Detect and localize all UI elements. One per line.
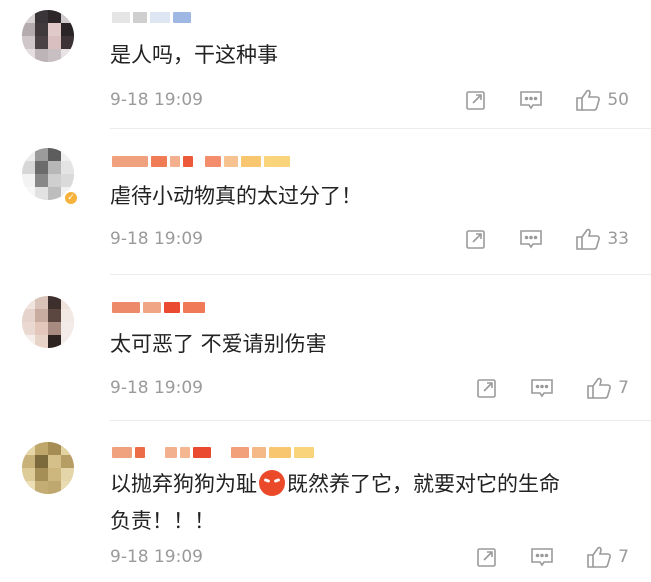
username-blurred[interactable] [112, 445, 314, 459]
comment-text: 太可恶了 不爱请别伤害 [110, 332, 327, 356]
comment-button[interactable] [530, 546, 554, 568]
share-button[interactable] [465, 228, 487, 250]
verified-badge-icon: ✓ [63, 190, 79, 206]
comment-time: 9-18 19:09 [110, 378, 203, 398]
share-button[interactable] [465, 89, 487, 111]
comment-text: 以抛弃狗狗为耻 既然养了它，就要对它的生命 [110, 466, 560, 502]
like-count: 33 [607, 229, 629, 249]
comment-text: 虐待小动物真的太过分了！ [110, 184, 362, 208]
comment-text-part1: 以抛弃狗狗为耻 [110, 472, 257, 496]
divider [110, 420, 651, 421]
angry-face-emoji [259, 470, 285, 496]
share-button[interactable] [476, 546, 498, 568]
like-button[interactable]: 7 [586, 545, 629, 569]
comment-time: 9-18 19:09 [110, 90, 203, 110]
comment-button[interactable] [519, 228, 543, 250]
comment-icon [520, 230, 543, 249]
username-blurred[interactable] [112, 154, 290, 168]
share-icon [477, 379, 496, 398]
comment-icon [520, 91, 543, 110]
share-icon [477, 548, 496, 567]
thumbs-up-icon [587, 546, 612, 568]
share-icon [466, 91, 486, 110]
comment-time: 9-18 19:09 [110, 547, 203, 567]
avatar[interactable] [22, 10, 74, 62]
thumbs-up-icon [576, 89, 601, 111]
comment-button[interactable] [519, 89, 543, 111]
comment-actions: 33 [465, 227, 629, 251]
share-button[interactable] [476, 377, 498, 399]
share-icon [466, 230, 486, 249]
avatar[interactable] [22, 296, 74, 348]
avatar[interactable] [22, 442, 74, 494]
like-button[interactable]: 33 [575, 227, 629, 251]
comment-actions: 50 [465, 88, 629, 112]
thumbs-up-icon [576, 228, 601, 250]
like-button[interactable]: 50 [575, 88, 629, 112]
comment-actions: 7 [476, 545, 629, 569]
comment-time: 9-18 19:09 [110, 229, 203, 249]
comment-actions: 7 [476, 376, 629, 400]
comment-text: 是人吗，干这种事 [110, 43, 278, 67]
comment-icon [531, 548, 553, 567]
thumbs-up-icon [587, 377, 612, 399]
username-blurred[interactable] [112, 300, 205, 314]
divider [110, 274, 651, 275]
like-count: 7 [618, 378, 629, 398]
like-count: 50 [607, 90, 629, 110]
comment-button[interactable] [530, 377, 554, 399]
like-button[interactable]: 7 [586, 376, 629, 400]
like-count: 7 [618, 547, 629, 567]
comment-text-line2: 负责！！！ [110, 509, 215, 533]
divider [110, 128, 651, 129]
comment-icon [531, 379, 553, 398]
comment-text-part2: 既然养了它，就要对它的生命 [287, 472, 560, 496]
username-blurred[interactable] [112, 10, 191, 24]
